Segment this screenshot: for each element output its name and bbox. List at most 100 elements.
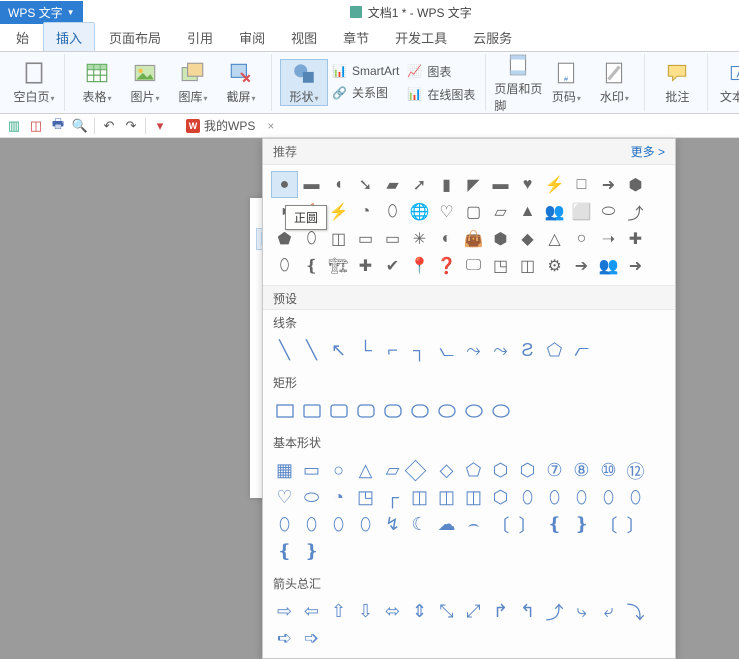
reco-shape[interactable]: ⬢	[622, 171, 649, 198]
qat-print-icon[interactable]: 🖶	[50, 118, 66, 134]
basic-shape[interactable]: ◫	[433, 484, 460, 511]
reco-shape[interactable]: ⚙	[541, 252, 568, 279]
reco-shape[interactable]: ⤴	[622, 198, 649, 225]
chart-button[interactable]: 📈图表	[403, 61, 479, 82]
line-shape[interactable]: ⦦	[433, 337, 460, 364]
screenshot-button[interactable]: 截屏▾	[217, 60, 265, 105]
arrow-shape[interactable]: ➪	[271, 625, 298, 652]
basic-shape[interactable]: ⃟	[406, 457, 433, 484]
basic-shape[interactable]: ⑩	[595, 457, 622, 484]
reco-shape[interactable]: ◳	[487, 252, 514, 279]
smartart-button[interactable]: 📊SmartArt	[328, 62, 403, 80]
reco-shape[interactable]: ◔	[352, 198, 379, 225]
basic-shape[interactable]: ⬯	[595, 484, 622, 511]
qat-redo-icon[interactable]: ↷	[123, 118, 139, 134]
arrow-shape[interactable]: ⤡	[433, 598, 460, 625]
reco-shape[interactable]: ○	[568, 225, 595, 252]
basic-shape[interactable]: ❵	[568, 511, 595, 538]
basic-shape[interactable]: ♡	[271, 484, 298, 511]
line-shape[interactable]: ┐	[406, 337, 433, 364]
reco-shape[interactable]: 🏗	[325, 252, 352, 279]
reco-shape[interactable]: ▮	[433, 171, 460, 198]
basic-shape[interactable]: ▦	[271, 457, 298, 484]
basic-shape[interactable]: ▱	[379, 457, 406, 484]
reco-shape[interactable]: ⚡	[325, 198, 352, 225]
arrow-shape[interactable]: ⤷	[568, 598, 595, 625]
basic-shape[interactable]: ◳	[352, 484, 379, 511]
basic-shape[interactable]: ⬡	[514, 457, 541, 484]
basic-shape[interactable]: 〕	[622, 511, 649, 538]
reco-shape[interactable]: 👜	[460, 225, 487, 252]
arrow-shape[interactable]: ⇦	[298, 598, 325, 625]
reco-shape[interactable]: ✳	[406, 225, 433, 252]
arrow-shape[interactable]: ⇧	[325, 598, 352, 625]
basic-shape[interactable]: ☁	[433, 511, 460, 538]
arrow-shape[interactable]: ⇕	[406, 598, 433, 625]
reco-shape[interactable]: △	[541, 225, 568, 252]
basic-shape[interactable]: △	[352, 457, 379, 484]
reco-shape[interactable]: ✔	[379, 252, 406, 279]
reco-shape[interactable]: ▭	[379, 225, 406, 252]
tab-page-layout[interactable]: 页面布局	[97, 23, 173, 51]
basic-shape[interactable]: ⑧	[568, 457, 595, 484]
line-shape[interactable]: └	[352, 337, 379, 364]
picture-button[interactable]: 图片▾	[121, 60, 169, 105]
gallery-button[interactable]: 图库▾	[169, 60, 217, 105]
basic-shape[interactable]: ○	[325, 457, 352, 484]
reco-shape[interactable]: ➔	[568, 252, 595, 279]
reco-shape[interactable]: ➘	[352, 171, 379, 198]
header-footer-button[interactable]: 页眉和页脚	[494, 52, 542, 114]
reco-shape[interactable]: 👥	[595, 252, 622, 279]
basic-shape[interactable]: ▭	[298, 457, 325, 484]
reco-shape[interactable]: 🌐	[406, 198, 433, 225]
reco-shape[interactable]: 📍	[406, 252, 433, 279]
basic-shape[interactable]: ☾	[406, 511, 433, 538]
blank-page-button[interactable]: 空白页▾	[10, 60, 58, 105]
rect-shape[interactable]	[379, 397, 406, 424]
reco-shape[interactable]: ▲	[514, 198, 541, 225]
arrow-shape[interactable]: ⇩	[352, 598, 379, 625]
reco-shape[interactable]: ◤	[460, 171, 487, 198]
reco-shape[interactable]: ➝	[595, 225, 622, 252]
basic-shape[interactable]: ⬯	[325, 511, 352, 538]
basic-shape[interactable]: ┌	[379, 484, 406, 511]
reco-shape[interactable]: ◆	[514, 225, 541, 252]
watermark-button[interactable]: 水印▾	[590, 60, 638, 105]
qat-dropdown-icon[interactable]: ▾	[152, 118, 168, 134]
basic-shape[interactable]: 〔	[487, 511, 514, 538]
reco-shape[interactable]: ▰	[379, 171, 406, 198]
basic-shape[interactable]: ⬡	[487, 484, 514, 511]
reco-shape[interactable]: ❓	[433, 252, 460, 279]
reco-shape[interactable]: ⬭	[595, 198, 622, 225]
reco-shape[interactable]: □	[568, 171, 595, 198]
reco-shape[interactable]: ⬢	[487, 225, 514, 252]
basic-shape[interactable]: ❴	[271, 538, 298, 565]
rect-shape[interactable]	[487, 397, 514, 424]
tab-developer[interactable]: 开发工具	[383, 23, 459, 51]
qat-undo-icon[interactable]: ↶	[101, 118, 117, 134]
reco-shape[interactable]: ➜	[595, 171, 622, 198]
basic-shape[interactable]: ⑫	[622, 457, 649, 484]
rect-shape[interactable]	[406, 397, 433, 424]
arrow-shape[interactable]: ⤶	[595, 598, 622, 625]
reco-shape[interactable]: ◫	[514, 252, 541, 279]
rect-shape[interactable]	[271, 397, 298, 424]
basic-shape[interactable]: ❴	[541, 511, 568, 538]
table-button[interactable]: 表格▾	[73, 60, 121, 105]
app-name[interactable]: WPS 文字▼	[0, 1, 83, 24]
line-shape[interactable]: ⬠	[541, 337, 568, 364]
line-shape[interactable]: ⤳	[487, 337, 514, 364]
basic-shape[interactable]: ◫	[460, 484, 487, 511]
comment-button[interactable]: 批注	[653, 60, 701, 105]
line-shape[interactable]: ⌐	[379, 337, 406, 364]
arrow-shape[interactable]: ↰	[514, 598, 541, 625]
reco-shape[interactable]: ⚡	[541, 171, 568, 198]
basic-shape[interactable]: ◇	[433, 457, 460, 484]
rect-shape[interactable]	[298, 397, 325, 424]
reco-shape[interactable]: ◫	[325, 225, 352, 252]
reco-shape[interactable]: ◖	[325, 171, 352, 198]
arrow-shape[interactable]: ⬄	[379, 598, 406, 625]
arrow-shape[interactable]: ⤴	[541, 598, 568, 625]
tab-references[interactable]: 引用	[175, 23, 225, 51]
reco-shape[interactable]: ➜	[622, 252, 649, 279]
